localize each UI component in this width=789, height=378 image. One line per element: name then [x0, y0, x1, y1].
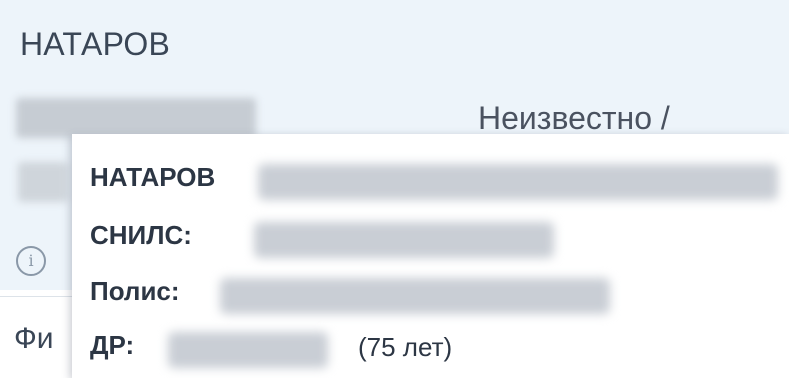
tooltip-snils-label: СНИЛС:	[90, 220, 192, 250]
patient-info-tooltip: НАТАРОВ СНИЛС: Полис: ДР: (75 лет)	[72, 134, 789, 378]
patient-card-screen: НАТАРОВ Неизвестно / i Фи НАТАРОВ СНИЛС:…	[0, 0, 789, 378]
tooltip-surname: НАТАРОВ	[90, 162, 216, 192]
redacted-full-name	[258, 164, 778, 200]
tooltip-dob-label: ДР:	[90, 330, 135, 360]
tooltip-policy-label: Полис:	[90, 276, 180, 306]
patient-surname: НАТАРОВ	[20, 26, 171, 62]
tooltip-age: (75 лет)	[358, 332, 453, 362]
section-label: Фи	[14, 322, 54, 355]
redacted-dob-value	[168, 332, 328, 368]
redacted-field	[18, 162, 68, 202]
info-icon[interactable]: i	[16, 246, 46, 276]
redacted-snils-value	[254, 222, 554, 258]
redacted-policy-value	[220, 278, 610, 314]
patient-gender: Неизвестно /	[478, 100, 670, 136]
redacted-name-field	[16, 98, 256, 138]
